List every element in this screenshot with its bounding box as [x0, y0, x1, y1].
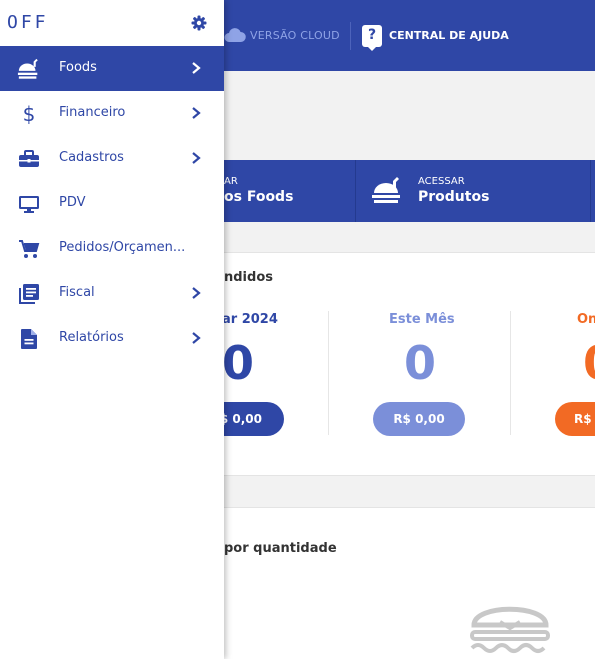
sidebar: OFF Foods $ Financeiro Cadastros PDV Ped… [0, 0, 224, 659]
sales-count: 0 [222, 336, 255, 390]
sales-count: 0 [404, 336, 437, 390]
cart-icon [17, 237, 41, 261]
chevron-right-icon [192, 62, 201, 74]
sidebar-item-label: Financeiro [59, 105, 126, 120]
sales-amount-badge: R$ 0,00 [373, 402, 465, 436]
chevron-right-icon [192, 152, 201, 164]
period-title: On [577, 312, 595, 327]
quick-action-label: os Foods [224, 189, 294, 205]
sidebar-item-fiscal[interactable]: Fiscal [0, 271, 224, 316]
question-icon[interactable]: ? [362, 25, 382, 51]
quick-action-caption: AR [224, 176, 238, 187]
sidebar-item-financeiro[interactable]: $ Financeiro [0, 91, 224, 136]
divider [355, 160, 356, 222]
sidebar-item-relatorios[interactable]: Relatórios [0, 316, 224, 361]
briefcase-icon [17, 147, 41, 171]
chevron-right-icon [192, 107, 201, 119]
sidebar-item-label: Foods [59, 60, 97, 75]
sales-amount-badge: R$ [555, 402, 595, 436]
document-icon [17, 327, 41, 351]
chevron-right-icon [192, 287, 201, 299]
quick-action-label: Produtos [418, 189, 490, 205]
sidebar-item-label: PDV [59, 195, 86, 210]
period-title: ar 2024 [222, 312, 278, 327]
cloud-icon [224, 28, 246, 42]
brand-logo: OFF [7, 12, 49, 33]
quantity-panel-title: por quantidade [224, 541, 337, 556]
food-tray-icon [17, 57, 41, 81]
period-title: Este Mês [389, 312, 455, 327]
chevron-right-icon [192, 332, 201, 344]
sidebar-item-label: Fiscal [59, 285, 95, 300]
dollar-icon: $ [22, 102, 36, 126]
sales-count: 0 [583, 334, 595, 392]
library-books-icon [17, 282, 41, 306]
sales-panel-title: ndidos [224, 270, 273, 285]
sidebar-item-foods[interactable]: Foods [0, 46, 224, 91]
food-tray-icon [372, 177, 400, 203]
sidebar-item-pdv[interactable]: PDV [0, 181, 224, 226]
help-center-link[interactable]: CENTRAL DE AJUDA [389, 29, 509, 42]
sidebar-item-label: Pedidos/Orçamen... [59, 240, 186, 255]
divider [350, 22, 351, 50]
cloud-version-link[interactable]: VERSÃO CLOUD [250, 29, 340, 42]
sidebar-item-pedidos[interactable]: Pedidos/Orçamen... [0, 226, 224, 271]
sidebar-item-cadastros[interactable]: Cadastros [0, 136, 224, 181]
divider [510, 311, 511, 435]
divider [590, 160, 591, 222]
sidebar-item-label: Cadastros [59, 150, 124, 165]
burger-icon [470, 606, 550, 653]
gear-icon[interactable] [191, 15, 207, 31]
sidebar-item-label: Relatórios [59, 330, 124, 345]
divider [328, 311, 329, 435]
quick-action-caption: ACESSAR [418, 176, 465, 187]
monitor-icon [17, 192, 41, 216]
